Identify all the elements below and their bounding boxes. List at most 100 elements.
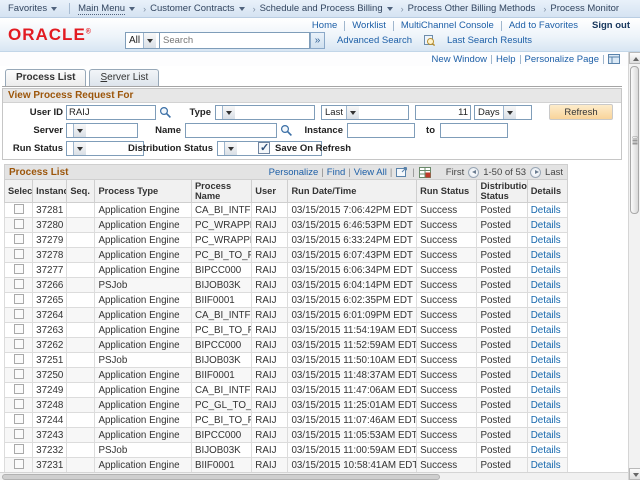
type-select[interactable] bbox=[215, 105, 315, 120]
search-scope-select[interactable]: All bbox=[125, 32, 160, 49]
details-link[interactable]: Details bbox=[531, 445, 561, 456]
breadcrumb-favorites[interactable]: Favorites bbox=[8, 3, 57, 14]
tab-process-list[interactable]: Process List bbox=[5, 69, 86, 86]
home-link[interactable]: Home bbox=[312, 20, 337, 31]
days-unit-select[interactable]: Days bbox=[474, 105, 532, 120]
pager-last-link[interactable]: Last bbox=[545, 167, 563, 178]
details-link[interactable]: Details bbox=[531, 340, 561, 351]
row-select-checkbox[interactable] bbox=[14, 204, 24, 214]
personalize-layout-icon[interactable] bbox=[608, 54, 620, 64]
chevron-down-icon bbox=[73, 142, 86, 155]
row-select-checkbox[interactable] bbox=[14, 384, 24, 394]
refresh-button[interactable]: Refresh bbox=[549, 104, 613, 120]
instance-to-input[interactable] bbox=[440, 123, 508, 138]
row-select-checkbox[interactable] bbox=[14, 399, 24, 409]
process-name-cell[interactable]: BIJOB03K bbox=[191, 278, 251, 293]
last-search-results-link[interactable]: Last Search Results bbox=[447, 35, 532, 46]
row-select-checkbox[interactable] bbox=[14, 234, 24, 244]
details-link[interactable]: Details bbox=[531, 370, 561, 381]
search-go-button[interactable] bbox=[310, 32, 325, 49]
pager-prev-icon[interactable] bbox=[468, 167, 479, 178]
process-name-cell[interactable]: BIJOB03K bbox=[191, 443, 251, 458]
details-link[interactable]: Details bbox=[531, 430, 561, 441]
process-name-cell: CA_BI_INTFC bbox=[191, 203, 251, 218]
table-row: 37232 PSJob BIJOB03K RAIJ 03/15/2015 11:… bbox=[5, 443, 568, 458]
help-link[interactable]: Help bbox=[496, 54, 516, 65]
details-link[interactable]: Details bbox=[531, 205, 561, 216]
vertical-scrollbar-thumb[interactable] bbox=[630, 66, 639, 214]
chevron-down-icon bbox=[51, 7, 57, 11]
chevron-down-icon bbox=[239, 7, 245, 11]
row-select-checkbox[interactable] bbox=[14, 294, 24, 304]
row-select-checkbox[interactable] bbox=[14, 309, 24, 319]
distribution-status-cell: Posted bbox=[477, 263, 527, 278]
details-link[interactable]: Details bbox=[531, 325, 561, 336]
zoom-popup-icon[interactable] bbox=[396, 167, 408, 177]
instance-from-input[interactable] bbox=[347, 123, 415, 138]
row-select-checkbox[interactable] bbox=[14, 339, 24, 349]
details-link[interactable]: Details bbox=[531, 265, 561, 276]
scroll-down-icon[interactable] bbox=[629, 468, 640, 480]
details-link[interactable]: Details bbox=[531, 460, 561, 471]
find-link[interactable]: Find bbox=[327, 167, 345, 178]
process-name-cell[interactable]: BIJOB03K bbox=[191, 353, 251, 368]
details-link[interactable]: Details bbox=[531, 415, 561, 426]
pager-first-link[interactable]: First bbox=[446, 167, 464, 178]
save-on-refresh-label: Save On Refresh bbox=[275, 143, 351, 154]
row-select-checkbox[interactable] bbox=[14, 459, 24, 469]
process-type-cell: Application Engine bbox=[95, 413, 192, 428]
details-link[interactable]: Details bbox=[531, 250, 561, 261]
run-status-cell: Success bbox=[417, 383, 477, 398]
breadcrumb-main-menu[interactable]: Main Menu bbox=[78, 3, 135, 15]
search-input[interactable] bbox=[160, 32, 310, 49]
details-link[interactable]: Details bbox=[531, 355, 561, 366]
row-select-checkbox[interactable] bbox=[14, 369, 24, 379]
details-link[interactable]: Details bbox=[531, 385, 561, 396]
multichannel-console-link[interactable]: MultiChannel Console bbox=[401, 20, 494, 31]
advanced-search-link[interactable]: Advanced Search bbox=[337, 35, 412, 46]
row-select-checkbox[interactable] bbox=[14, 354, 24, 364]
server-select[interactable] bbox=[66, 123, 138, 138]
row-select-checkbox[interactable] bbox=[14, 429, 24, 439]
add-to-favorites-link[interactable]: Add to Favorites bbox=[509, 20, 578, 31]
details-link[interactable]: Details bbox=[531, 400, 561, 411]
row-select-checkbox[interactable] bbox=[14, 264, 24, 274]
breadcrumb-process-other-billing[interactable]: Process Other Billing Methods bbox=[408, 3, 536, 14]
days-count-input[interactable] bbox=[415, 105, 471, 120]
save-on-refresh-checkbox[interactable] bbox=[258, 142, 270, 154]
row-select-checkbox[interactable] bbox=[14, 279, 24, 289]
row-select-checkbox[interactable] bbox=[14, 414, 24, 424]
last-select[interactable]: Last bbox=[321, 105, 409, 120]
details-link[interactable]: Details bbox=[531, 220, 561, 231]
row-select-checkbox[interactable] bbox=[14, 249, 24, 259]
row-select-checkbox[interactable] bbox=[14, 219, 24, 229]
sign-out-link[interactable]: Sign out bbox=[592, 20, 630, 31]
col-run-datetime: Run Date/Time bbox=[288, 180, 417, 203]
details-link[interactable]: Details bbox=[531, 235, 561, 246]
breadcrumb-schedule-process-billing[interactable]: Schedule and Process Billing bbox=[260, 3, 393, 14]
details-link[interactable]: Details bbox=[531, 295, 561, 306]
row-select-checkbox[interactable] bbox=[14, 444, 24, 454]
name-input[interactable] bbox=[185, 123, 277, 138]
row-select-checkbox[interactable] bbox=[14, 324, 24, 334]
user-id-input[interactable] bbox=[66, 105, 156, 120]
details-link[interactable]: Details bbox=[531, 280, 561, 291]
new-window-link[interactable]: New Window bbox=[432, 54, 487, 65]
vertical-scrollbar[interactable] bbox=[628, 52, 640, 480]
name-lookup-icon[interactable] bbox=[280, 124, 293, 137]
horizontal-scrollbar[interactable] bbox=[0, 472, 628, 480]
horizontal-scrollbar-thumb[interactable] bbox=[2, 474, 440, 480]
download-to-excel-icon[interactable] bbox=[419, 167, 431, 178]
user-id-lookup-icon[interactable] bbox=[159, 106, 172, 119]
view-all-link[interactable]: View All bbox=[354, 167, 387, 178]
scroll-up-icon[interactable] bbox=[629, 52, 640, 64]
breadcrumb-customer-contracts[interactable]: Customer Contracts bbox=[150, 3, 244, 14]
personalize-page-link[interactable]: Personalize Page bbox=[525, 54, 599, 65]
worklist-link[interactable]: Worklist bbox=[352, 20, 386, 31]
details-link[interactable]: Details bbox=[531, 310, 561, 321]
pager-next-icon[interactable] bbox=[530, 167, 541, 178]
personalize-link[interactable]: Personalize bbox=[269, 167, 319, 178]
tab-server-list[interactable]: Server List bbox=[89, 69, 159, 86]
run-status-cell: Success bbox=[417, 413, 477, 428]
user-cell: RAIJ bbox=[252, 383, 288, 398]
